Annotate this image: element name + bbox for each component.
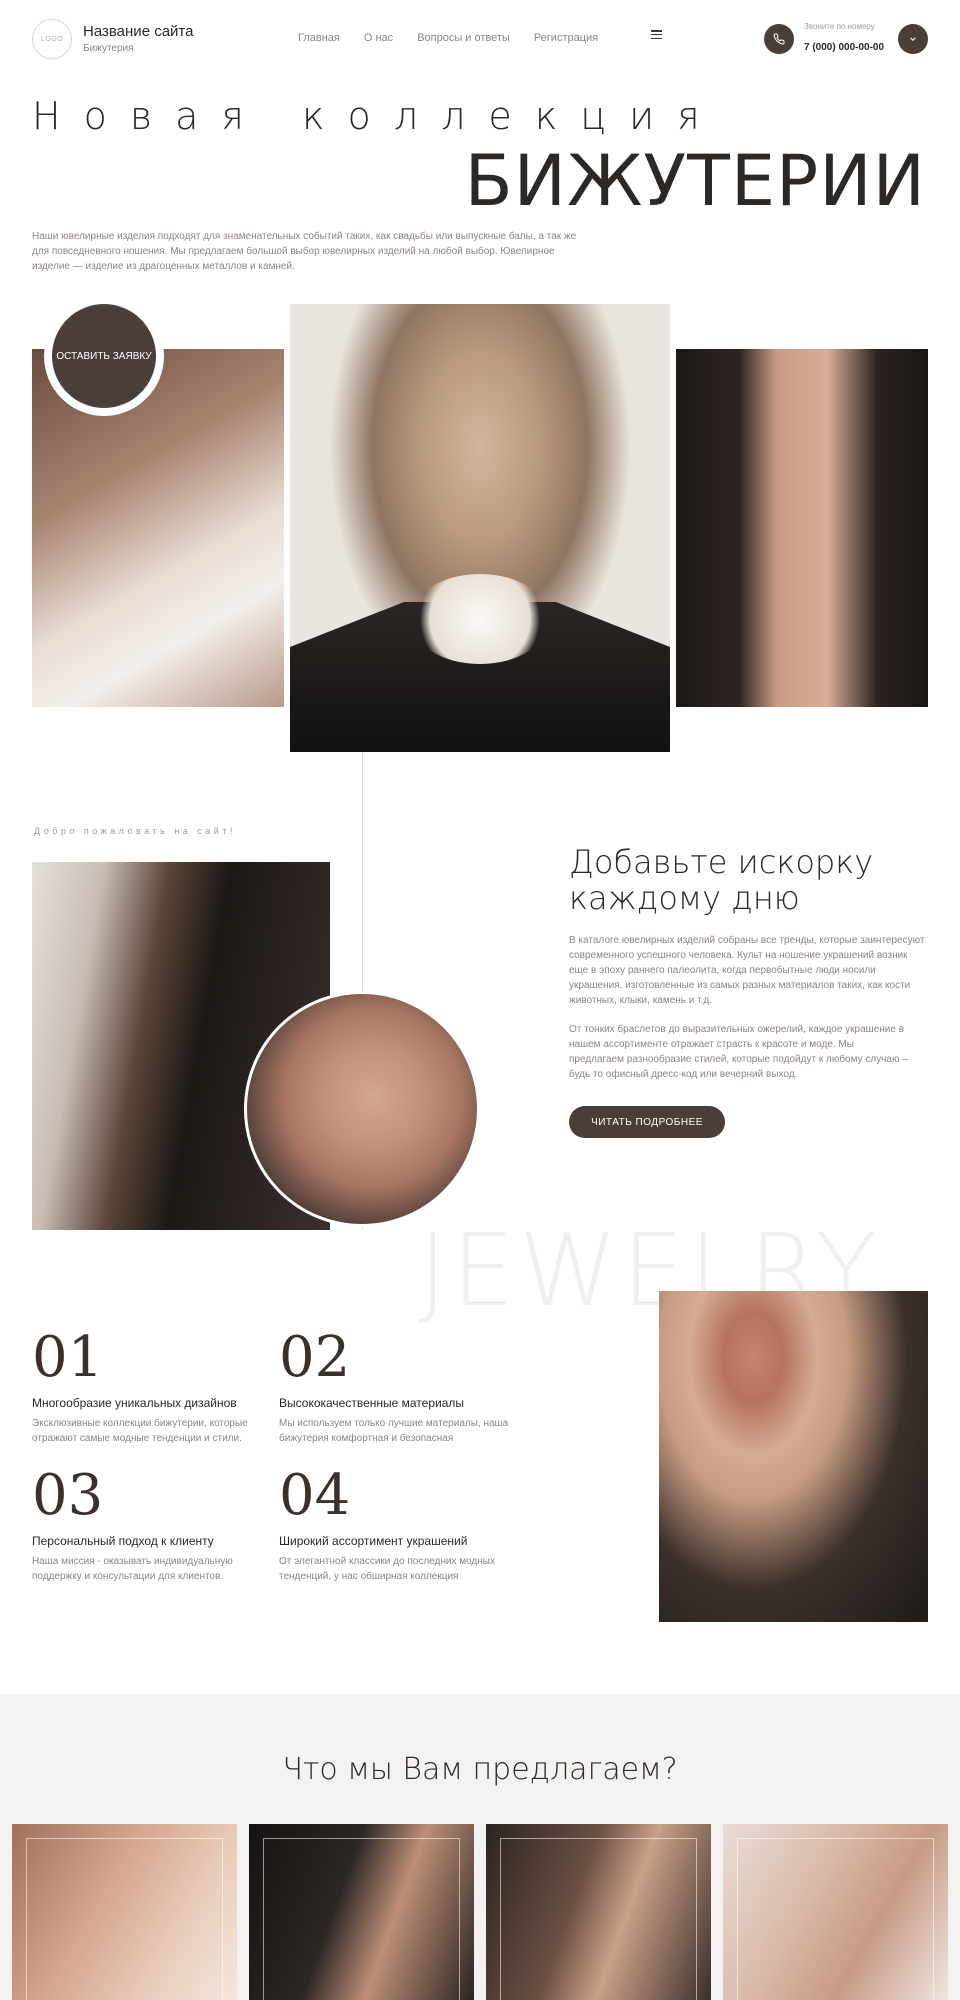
feature-title: Персональный подход к клиенту — [32, 1534, 214, 1548]
pendant-photo — [676, 349, 928, 707]
feature-desc: Мы используем только лучшие материалы, н… — [279, 1418, 509, 1444]
nav-item-faq[interactable]: Вопросы и ответы — [417, 32, 510, 44]
site-subtitle: Бижутерия — [83, 43, 134, 54]
hero-title-line1: Новая коллекция — [32, 94, 723, 138]
feature-title: Многообразие уникальных дизайнов — [32, 1396, 237, 1410]
feature-title: Широкий ассортимент украшений — [279, 1534, 468, 1548]
menu-icon[interactable] — [651, 30, 662, 39]
nav-item-about[interactable]: О нас — [364, 32, 393, 44]
feature-desc: Эксклюзивные коллекции бижутерии, которы… — [32, 1418, 248, 1444]
feature-1: 01 Многообразие уникальных дизайнов Экск… — [32, 1328, 262, 1446]
chevron-down-icon — [910, 37, 916, 41]
dropdown-button[interactable] — [898, 24, 928, 54]
nav-item-register[interactable]: Регистрация — [534, 32, 598, 44]
welcome-title: Добавьте искорку каждому дню — [569, 843, 874, 917]
feature-number: 03 — [32, 1463, 104, 1528]
site-header: LOGO Название сайта Бижутерия Главная О … — [0, 0, 960, 78]
pearl-necklace-photo — [290, 304, 670, 752]
request-button[interactable]: Оставить заявку — [52, 304, 156, 408]
call-label: Звоните по номеру — [804, 22, 875, 31]
main-nav: Главная О нас Вопросы и ответы Регистрац… — [298, 32, 622, 44]
offer-card-rings[interactable] — [723, 1824, 948, 2000]
offers-title: Что мы Вам предлагаем? — [282, 1752, 678, 1787]
logo[interactable]: LOGO — [32, 19, 72, 59]
hero-description: Наши ювелирные изделия подходят для знам… — [32, 231, 577, 272]
feature-number: 04 — [279, 1463, 351, 1528]
phone-button[interactable] — [764, 24, 794, 54]
welcome-paragraph-1: В каталоге ювелирных изделий собраны все… — [569, 935, 925, 1006]
phone-icon — [773, 33, 785, 45]
offer-card-necklace[interactable] — [486, 1824, 711, 2000]
request-button-ring: Оставить заявку — [44, 296, 164, 416]
feature-2: 02 Высококачественные материалы Мы испол… — [279, 1328, 509, 1446]
choker-photo — [659, 1291, 928, 1622]
feature-number: 01 — [32, 1325, 104, 1390]
read-more-button[interactable]: Читать подробнее — [569, 1106, 725, 1138]
hero-title-line2: БИЖУТЕРИИ — [464, 140, 926, 222]
feature-3: 03 Персональный подход к клиенту Наша ми… — [32, 1466, 262, 1584]
nav-item-home[interactable]: Главная — [298, 32, 340, 44]
welcome-paragraph-2: От тонких браслетов до выразительных оже… — [569, 1024, 908, 1080]
site-title[interactable]: Название сайта — [83, 23, 193, 40]
offer-card-earrings[interactable] — [12, 1824, 237, 2000]
feature-desc: Наша миссия - оказывать индивидуальную п… — [32, 1556, 233, 1582]
offer-card-bracelet[interactable] — [249, 1824, 474, 2000]
feature-number: 02 — [279, 1325, 351, 1390]
ring-photo — [244, 991, 480, 1227]
feature-title: Высококачественные материалы — [279, 1396, 465, 1410]
feature-desc: От элегантной классики до последних модн… — [279, 1556, 495, 1582]
feature-4: 04 Широкий ассортимент украшений От элег… — [279, 1466, 509, 1584]
welcome-label: Добро пожаловать на сайт! — [34, 826, 236, 836]
call-number[interactable]: 7 (000) 000-00-00 — [804, 42, 884, 53]
